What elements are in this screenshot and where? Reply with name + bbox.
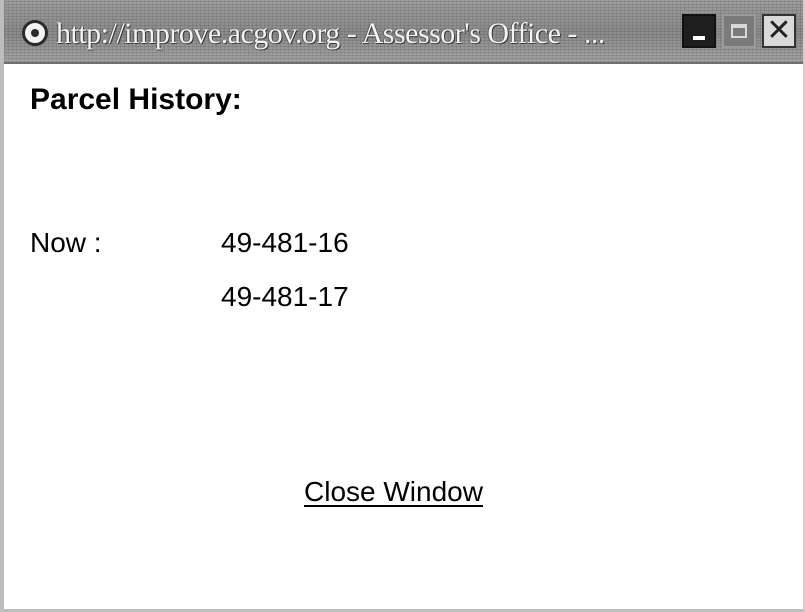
parcel-list: 49-481-16 49-481-17: [221, 225, 349, 333]
parcel-number: 49-481-17: [221, 281, 349, 312]
maximize-icon: [731, 24, 747, 38]
page-title: Parcel History:: [30, 83, 242, 116]
parcel-number: 49-481-16: [221, 227, 349, 258]
popup-window: http://improve.acgov.org - Assessor's Of…: [0, 0, 805, 612]
minimize-icon: [693, 36, 705, 40]
browser-page-icon: [22, 20, 48, 46]
maximize-button[interactable]: [722, 14, 756, 48]
close-window-link[interactable]: Close Window: [304, 474, 483, 510]
close-icon: ✕: [766, 13, 792, 48]
window-title: http://improve.acgov.org - Assessor's Of…: [56, 17, 605, 50]
minimize-button[interactable]: [682, 14, 716, 48]
close-window-button[interactable]: ✕: [762, 14, 796, 48]
title-bar[interactable]: http://improve.acgov.org - Assessor's Of…: [4, 0, 803, 64]
now-label: Now :: [30, 227, 102, 258]
